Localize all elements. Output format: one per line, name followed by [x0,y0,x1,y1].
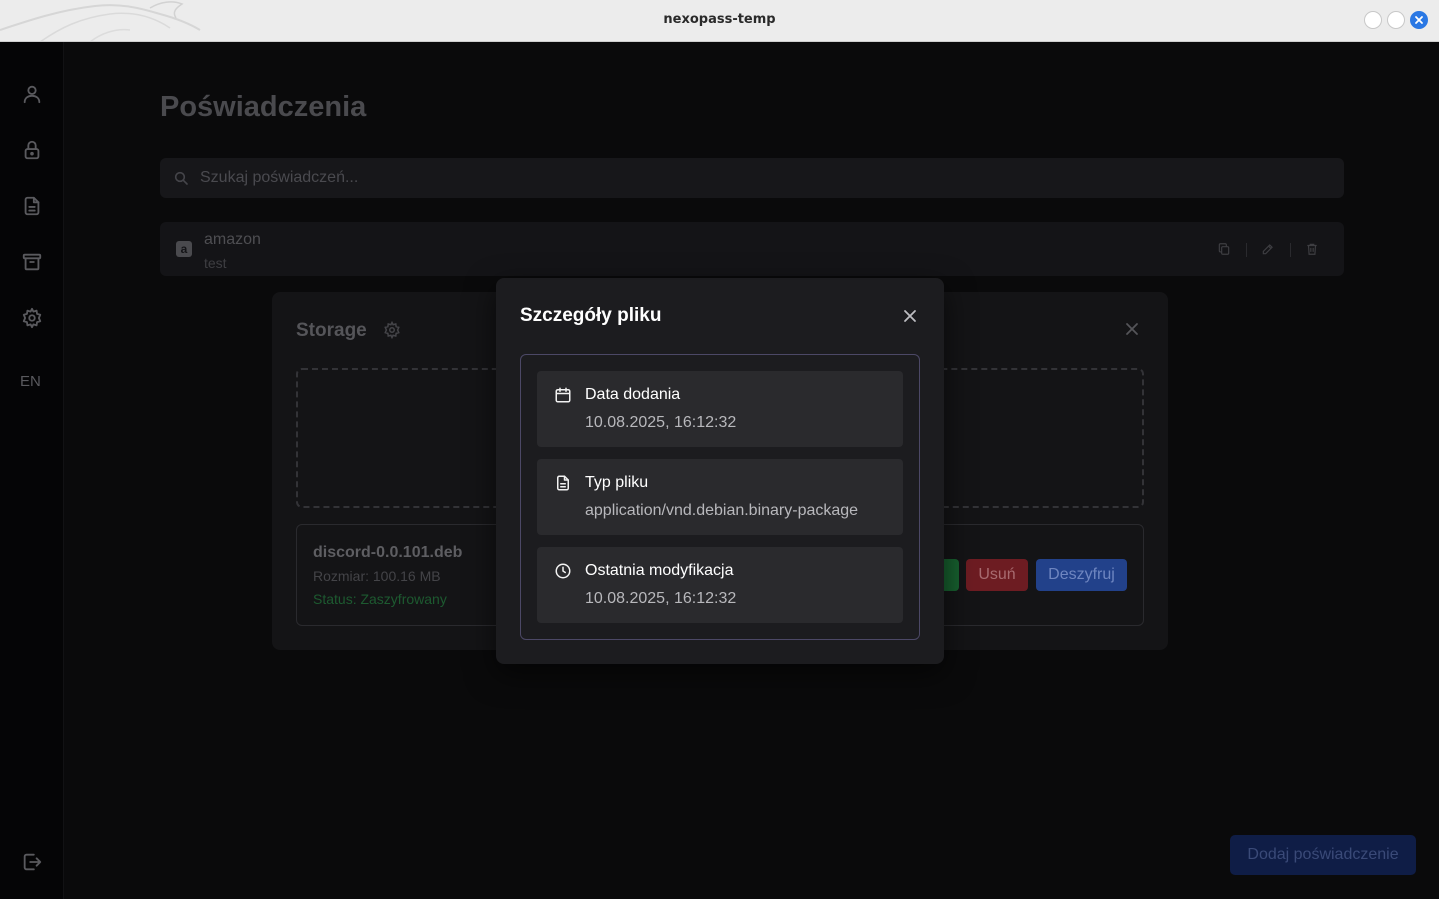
amazon-icon: a [176,241,192,257]
detail-value: application/vnd.debian.binary-package [585,502,859,519]
delete-button[interactable]: Usuń [966,559,1028,591]
close-icon[interactable] [902,308,918,324]
document-icon[interactable] [21,195,43,217]
file-size: Rozmiar: 100.16 MB [313,568,441,584]
detail-label: Data dodania [585,386,681,403]
decrypt-button[interactable]: Deszyfruj [1036,559,1127,591]
detail-row-date-added: Data dodania 10.08.2025, 16:12:32 [537,371,903,447]
detail-row-file-type: Typ pliku application/vnd.debian.binary-… [537,459,903,535]
logout-icon[interactable] [21,851,43,873]
divider [1246,243,1247,257]
file-status: Status: Zaszyfrowany [313,591,447,607]
gear-icon[interactable] [383,321,401,339]
copy-icon[interactable] [1217,242,1231,256]
maximize-button[interactable] [1387,11,1405,29]
search-input[interactable] [200,158,1320,198]
credential-subtitle: test [204,255,227,271]
modal-title: Szczegóły pliku [520,305,662,326]
file-details-modal: Szczegóły pliku Data dodania 10.08.2025,… [496,278,944,664]
close-icon [1415,16,1423,24]
clock-icon [555,563,571,579]
user-icon[interactable] [21,83,43,105]
lock-icon[interactable] [21,139,43,161]
edit-icon[interactable] [1261,242,1275,256]
credential-row[interactable]: a amazon test [160,222,1344,276]
file-icon [557,475,569,491]
detail-row-last-modified: Ostatnia modyfikacja 10.08.2025, 16:12:3… [537,547,903,623]
page-title: Poświadczenia [160,91,367,123]
details-panel: Data dodania 10.08.2025, 16:12:32 Typ pl… [520,354,920,640]
file-name: discord-0.0.101.deb [313,544,463,561]
detail-value: 10.08.2025, 16:12:32 [585,590,737,607]
detail-label: Ostatnia modyfikacja [585,562,734,579]
search-icon [174,171,188,185]
language-switch[interactable]: EN [20,373,41,390]
add-credential-button[interactable]: Dodaj poświadczenie [1230,835,1416,875]
detail-label: Typ pliku [585,474,649,491]
search-bar [160,158,1344,198]
divider [1290,243,1291,257]
close-window-button[interactable] [1410,11,1428,29]
minimize-button[interactable] [1364,11,1382,29]
credential-name: amazon [204,231,261,248]
gear-icon[interactable] [21,307,43,329]
calendar-icon [555,387,571,403]
window-title: nexopass-temp [663,12,776,27]
detail-value: 10.08.2025, 16:12:32 [585,414,737,431]
trash-icon[interactable] [1305,242,1319,256]
title-bar: nexopass-temp [0,0,1439,42]
storage-title: Storage [296,320,367,341]
sidebar: EN [0,42,64,899]
archive-icon[interactable] [21,251,43,273]
close-icon[interactable] [1124,321,1140,337]
